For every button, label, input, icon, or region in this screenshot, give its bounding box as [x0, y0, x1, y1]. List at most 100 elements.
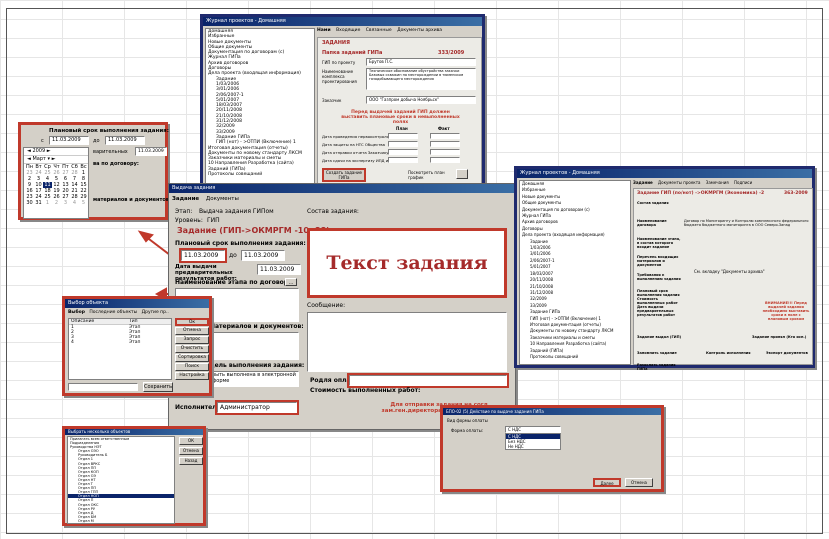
tree-item[interactable]: Протоколы совещаний [206, 172, 314, 177]
dialog-button[interactable]: Очистить [175, 345, 209, 353]
level-label: Уровень: [175, 217, 203, 224]
detail-label: Задание выдал (ГИП) [637, 335, 682, 339]
message-field[interactable] [307, 312, 507, 372]
tab-archive[interactable]: Документы архива [397, 28, 442, 33]
multi-select-window: Выбрать несколько объектов Прилагать все… [62, 426, 206, 526]
prelim-partial-field[interactable]: 11.03.2009 [135, 147, 167, 156]
calendar-day[interactable]: 1 [43, 200, 52, 206]
to-date-field[interactable]: 11.03.2009 [105, 136, 145, 145]
list-item[interactable]: 4 Этап [69, 340, 171, 345]
fact-date-field[interactable] [430, 133, 460, 139]
deadline-from-field[interactable]: 11.03.2009 [179, 248, 227, 263]
payment-group-label: Вид формы оплаты [447, 418, 488, 423]
object-combo[interactable] [68, 383, 138, 391]
plan-date-field[interactable] [388, 133, 418, 139]
customer-label: Заказчик [322, 98, 342, 103]
tab-select[interactable]: Выбор [68, 310, 85, 315]
fact-date-field[interactable] [430, 141, 460, 147]
cancel-button[interactable]: Отмена [179, 447, 203, 455]
month-selector[interactable]: ◄ Март ▾ ► [24, 156, 88, 164]
tab-task[interactable]: Задание [633, 180, 653, 185]
prelim-field[interactable]: 11.03.2009 [257, 264, 301, 275]
plan-date-field[interactable] [388, 157, 418, 163]
payment-dialog: БПО-02 (5) Действие по выдаче задания ГИ… [440, 405, 664, 492]
payment-form-label: Форма оплаты: [451, 428, 484, 433]
journal-window-right: Журнал проектов - Домашняя Домашняя Избра… [514, 166, 815, 371]
tab-signatures[interactable]: Подписи [734, 180, 752, 185]
payment-field[interactable] [347, 373, 509, 388]
detail-label: Наименование этапа, в состав которого вх… [637, 237, 681, 249]
payment-option[interactable]: Не НДС [506, 444, 560, 449]
calendar-grid[interactable]: Пн Вт Ср Чт Пт Сб Вс 23 24 25 26 27 28 1 2 3 4 5 6 7 8 9 10 11 1… [25, 164, 88, 206]
tab-remarks[interactable]: Замечания [706, 180, 729, 185]
next-button[interactable]: Далее [593, 478, 621, 487]
payment-form-select[interactable]: С НДС [505, 426, 561, 433]
payment-options[interactable]: С НДС Без НДС Не НДС [505, 433, 561, 450]
calendar-day[interactable]: 4 [70, 200, 79, 206]
multi-select-list[interactable]: Прилагать всем ответственным Подразделени… [67, 436, 175, 524]
item-number: 4 [71, 340, 74, 345]
gip-field[interactable]: Брутов П.С. [366, 58, 476, 66]
tab-recent[interactable]: Последние объекты [89, 310, 137, 315]
issue-task-window: Выдача задания Задание Документы Этап: В… [168, 183, 516, 430]
show-schedule-button[interactable] [456, 169, 468, 179]
fact-header: Факт [438, 126, 450, 131]
fact-date-field[interactable] [430, 149, 460, 155]
back-button[interactable]: Назад [179, 457, 203, 465]
cancel-button[interactable]: Отмена [625, 478, 653, 487]
deadline-to-field[interactable]: 11.03.2009 [241, 250, 285, 261]
tab-linked[interactable]: Связанные [366, 28, 392, 33]
journal-window-top: Журнал проектов - Домашняя Домашняя Избра… [200, 14, 485, 190]
object-list[interactable]: Описание Тип 1 Этап 2 Этап 3 Этап 4 Этап [68, 318, 172, 380]
customer-field[interactable]: ООО "Газпром добыча Ноябрьск" [366, 96, 476, 104]
main-tab-row: Задание Документы [172, 196, 239, 202]
tab-incoming[interactable]: Входящие [336, 28, 360, 33]
tab-row: Нами Входящие Связанные Документы архива [317, 28, 482, 36]
ok-button[interactable]: ОК [179, 437, 203, 445]
right-tree-panel[interactable]: Домашняя Избранные Новые документы Общие до… [519, 180, 631, 365]
tree-item[interactable]: Отдел М [68, 519, 174, 523]
plan-date-field[interactable] [388, 149, 418, 155]
plan-header: План [396, 126, 408, 131]
calendar-day[interactable]: 30 [25, 200, 34, 206]
dialog-button[interactable]: Отмена [175, 327, 209, 335]
detail-label: Плановый срок выполнения задания [637, 289, 680, 297]
task-text-area[interactable]: Текст задания [307, 228, 507, 298]
date-picker[interactable]: ◄ 2009 ► ◄ Март ▾ ► Пн Вт Ср Чт Пт Сб Вс 23 24 25… [23, 147, 89, 219]
window-title: Выбрать несколько объектов [65, 429, 203, 435]
dialog-button[interactable]: Настройка [175, 372, 209, 380]
dialog-button[interactable]: Сортировка [175, 354, 209, 362]
window-title: Выдача задания [169, 184, 515, 193]
tab-other[interactable]: Другие пр.. [142, 310, 169, 315]
fact-date-field[interactable] [430, 157, 460, 163]
calendar-day[interactable]: 5 [79, 200, 88, 206]
plan-date-field[interactable] [388, 141, 418, 147]
window-title: Журнал проектов - Домашняя [203, 17, 482, 26]
tab-documents[interactable]: Документы [206, 196, 239, 202]
calendar-day[interactable]: 3 [61, 200, 70, 206]
save-button[interactable]: Сохранить [143, 382, 173, 392]
tab-main[interactable]: Нами [317, 28, 331, 33]
detail-label: Перечень входящих материалов и документо… [637, 255, 679, 267]
calendar-day[interactable]: 2 [52, 200, 61, 206]
tab-task[interactable]: Задание [172, 196, 199, 202]
date-row-label: Дата отправки отчета Заказчику [322, 150, 389, 155]
completion-field[interactable]: рыть выполнена в электронной форме [209, 371, 299, 387]
message-label: Сообщение: [307, 302, 346, 309]
tree-panel[interactable]: Домашняя Избранные Новые документы Общие до… [205, 28, 315, 185]
tree-item[interactable]: Протоколы совещаний [520, 354, 630, 360]
from-date-field[interactable]: 11.03.2009 [49, 136, 89, 145]
dialog-button[interactable]: Поиск [175, 363, 209, 371]
dialog-button[interactable]: Запрос [175, 336, 209, 344]
materials-partial-label: материалов и документов: [93, 197, 172, 203]
browse-stage-button[interactable]: ... [285, 278, 297, 286]
calendar-day[interactable]: 31 [34, 200, 43, 206]
complex-field[interactable]: Техническое обоснование обустройства зак… [366, 68, 476, 90]
executor-field[interactable]: Администратор [215, 400, 299, 415]
tab-project-docs[interactable]: Документы проекта [658, 180, 700, 185]
create-task-button[interactable]: Создать задание ГИПа [322, 168, 366, 182]
tree-item[interactable]: Дела проекта (входящая информация) [206, 71, 314, 76]
calendar-window: Плановый срок выполнения задания: с 11.0… [18, 122, 172, 220]
dialog-button[interactable]: Ок [175, 318, 209, 326]
year-selector[interactable]: ◄ 2009 ► [24, 148, 88, 156]
